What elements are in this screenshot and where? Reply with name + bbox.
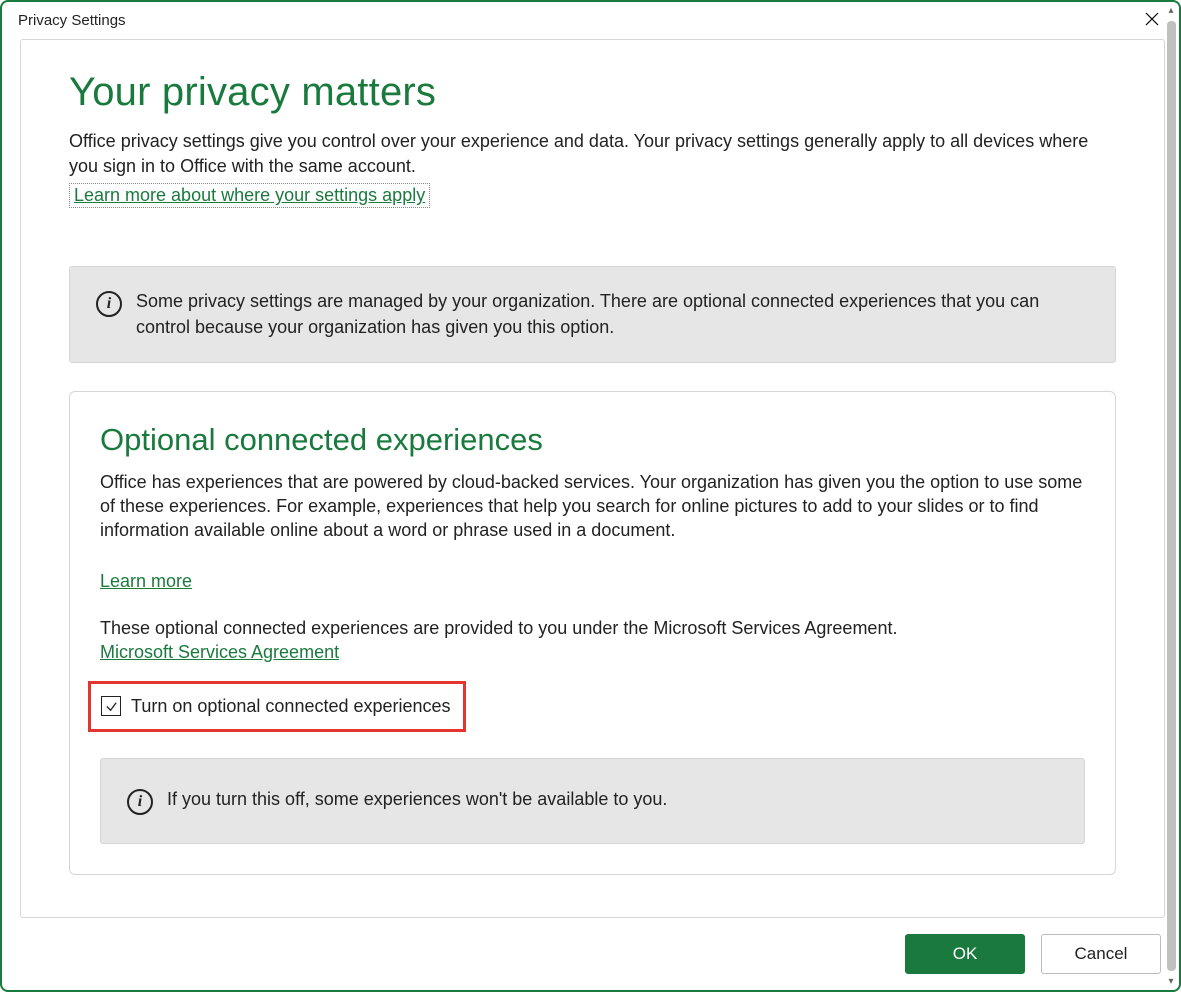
org-managed-text: Some privacy settings are managed by you… — [136, 289, 1089, 339]
intro-text: Office privacy settings give you control… — [69, 129, 1116, 179]
dialog-footer: OK Cancel — [2, 918, 1179, 990]
agreement-intro: These optional connected experiences are… — [100, 616, 1085, 640]
services-agreement-link[interactable]: Microsoft Services Agreement — [100, 642, 339, 663]
learn-more-settings-link-focus: Learn more about where your settings app… — [69, 183, 430, 208]
ok-button[interactable]: OK — [905, 934, 1025, 974]
privacy-settings-dialog: Privacy Settings Your privacy matters Of… — [0, 0, 1181, 992]
titlebar: Privacy Settings — [2, 2, 1179, 39]
info-icon: i — [96, 291, 122, 317]
optional-experiences-toggle[interactable]: Turn on optional connected experiences — [88, 681, 466, 732]
content-area: Your privacy matters Office privacy sett… — [2, 39, 1179, 918]
learn-more-settings-link[interactable]: Learn more about where your settings app… — [74, 185, 425, 205]
turn-off-notice: i If you turn this off, some experiences… — [100, 758, 1085, 844]
optional-body: Office has experiences that are powered … — [100, 470, 1085, 543]
page-heading: Your privacy matters — [69, 70, 1116, 115]
optional-experiences-card: Optional connected experiences Office ha… — [69, 391, 1116, 875]
dialog-title: Privacy Settings — [18, 12, 126, 29]
turn-off-text: If you turn this off, some experiences w… — [167, 787, 667, 812]
scrollbar[interactable]: ▴ ▾ — [1161, 39, 1179, 918]
org-managed-notice: i Some privacy settings are managed by y… — [69, 266, 1116, 362]
scroll-pane: Your privacy matters Office privacy sett… — [20, 39, 1165, 918]
learn-more-optional-link[interactable]: Learn more — [100, 571, 192, 592]
scrollbar-thumb[interactable] — [1167, 39, 1176, 918]
checkbox-label: Turn on optional connected experiences — [131, 696, 451, 717]
checkbox-icon — [101, 696, 121, 716]
optional-heading: Optional connected experiences — [100, 422, 1085, 458]
cancel-button[interactable]: Cancel — [1041, 934, 1161, 974]
info-icon: i — [127, 789, 153, 815]
